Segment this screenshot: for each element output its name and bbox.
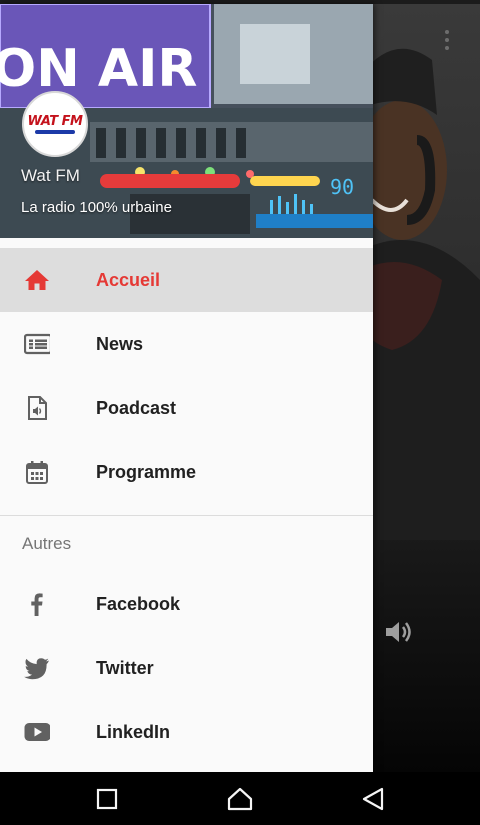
home-icon	[25, 270, 49, 290]
station-logo-text: WAT FM	[27, 114, 83, 129]
recents-button[interactable]	[94, 786, 120, 812]
menu-item-twitter[interactable]: Twitter	[0, 636, 373, 700]
audio-file-icon	[28, 396, 47, 420]
menu-item-label: Poadcast	[96, 397, 177, 418]
menu-item-programme[interactable]: Programme	[0, 440, 373, 504]
menu-item-linkedin[interactable]: LinkedIn	[0, 700, 373, 764]
menu-item-label: LinkedIn	[96, 721, 171, 742]
on-air-banner-text: ON AIR	[0, 39, 197, 99]
menu-item-label: Twitter	[96, 657, 154, 678]
home-button[interactable]	[227, 786, 253, 812]
calendar-icon	[26, 461, 48, 484]
frequency-display: 90	[330, 175, 354, 199]
drawer-menu: Accueil News Poadcast Programme Autres F…	[0, 248, 373, 764]
station-tagline: La radio 100% urbaine	[21, 199, 172, 216]
artist-portrait	[362, 48, 480, 540]
system-navigation-bar	[0, 772, 480, 825]
volume-icon[interactable]	[382, 616, 414, 648]
navigation-drawer: ON AIR 90 WAT FM Wat FM La radio 100% ur…	[0, 4, 373, 772]
drawer-header: ON AIR 90 WAT FM Wat FM La radio 100% ur…	[0, 4, 373, 238]
menu-item-label: Facebook	[96, 593, 181, 614]
news-icon	[24, 333, 50, 355]
back-button[interactable]	[360, 786, 386, 812]
overflow-menu-icon[interactable]	[440, 30, 454, 54]
facebook-icon	[31, 593, 43, 616]
menu-item-poadcast[interactable]: Poadcast	[0, 376, 373, 440]
station-name: Wat FM	[21, 166, 80, 185]
station-logo: WAT FM	[22, 91, 88, 157]
menu-item-news[interactable]: News	[0, 312, 373, 376]
menu-item-accueil[interactable]: Accueil	[0, 248, 373, 312]
menu-item-label: News	[96, 333, 144, 354]
youtube-icon	[24, 723, 50, 741]
section-title-autres: Autres	[22, 534, 72, 553]
menu-item-label: Accueil	[96, 269, 161, 290]
twitter-icon	[24, 658, 49, 680]
menu-item-facebook[interactable]: Facebook	[0, 572, 373, 636]
menu-item-label: Programme	[96, 461, 197, 482]
